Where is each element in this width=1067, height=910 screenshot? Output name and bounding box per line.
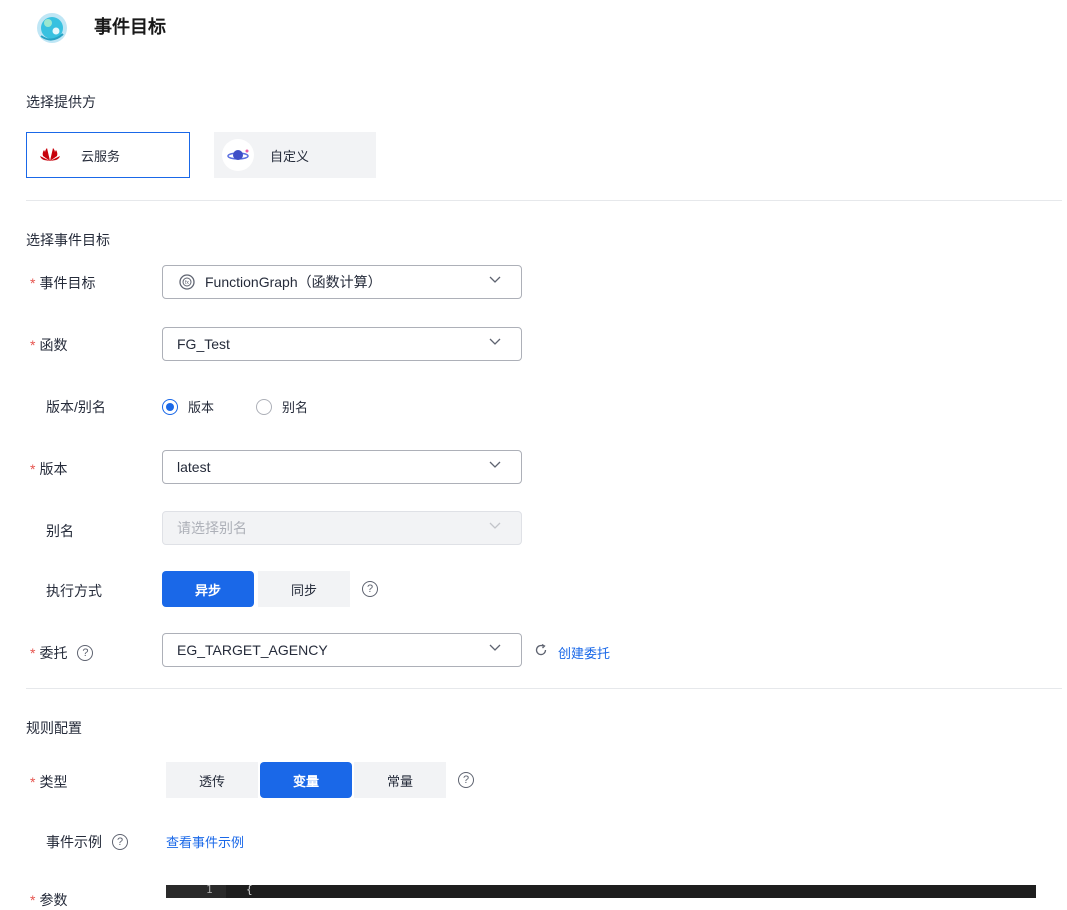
chevron-down-icon (489, 276, 501, 283)
params-label: * 参数 (30, 892, 68, 908)
huawei-logo-icon (40, 148, 60, 161)
event-example-label: 事件示例 ? (46, 832, 128, 852)
type-label: * 类型 (30, 774, 68, 790)
exec-mode-async-button[interactable]: 异步 (162, 571, 254, 607)
create-agency-link[interactable]: 创建委托 (558, 643, 610, 662)
type-passthrough-button[interactable]: 透传 (166, 762, 258, 798)
help-icon[interactable]: ? (362, 581, 378, 597)
event-target-value: FunctionGraph（函数计算） (205, 274, 382, 290)
divider (26, 688, 1062, 689)
chevron-down-icon (489, 338, 501, 345)
page-title: 事件目标 (94, 17, 166, 37)
alias-select: 请选择别名 (162, 511, 522, 545)
planet-icon-wrap (222, 139, 254, 171)
event-target-icon (37, 13, 67, 43)
provider-card-cloud-service[interactable]: 云服务 (26, 132, 190, 178)
chevron-down-icon (489, 522, 501, 529)
chevron-down-icon (489, 644, 501, 651)
code-gutter (166, 885, 226, 898)
version-label: * 版本 (30, 461, 68, 477)
svg-text:fx: fx (185, 280, 189, 286)
alias-label: 别名 (46, 523, 74, 539)
radio-button-unchecked[interactable] (256, 398, 272, 415)
version-alias-label: 版本/别名 (46, 399, 106, 415)
radio-version-label: 版本 (188, 400, 215, 415)
type-constant-button[interactable]: 常量 (354, 762, 446, 798)
rule-section-title: 规则配置 (26, 720, 82, 736)
provider-card-custom[interactable]: 自定义 (214, 132, 376, 178)
provider-card-label: 云服务 (81, 148, 121, 164)
radio-button-checked[interactable] (162, 398, 178, 415)
code-line-number: 1 (206, 883, 213, 896)
provider-card-label: 自定义 (270, 148, 310, 164)
planet-icon (227, 149, 249, 160)
alias-placeholder: 请选择别名 (177, 520, 247, 536)
function-value: FG_Test (177, 336, 230, 352)
help-icon[interactable]: ? (458, 772, 474, 788)
required-asterisk: * (30, 892, 36, 908)
required-asterisk: * (30, 275, 36, 291)
divider (26, 200, 1062, 201)
view-event-example-link[interactable]: 查看事件示例 (166, 832, 244, 851)
type-variable-button[interactable]: 变量 (260, 762, 352, 798)
version-value: latest (177, 459, 211, 475)
event-target-label: * 事件目标 (30, 275, 96, 291)
exec-mode-label: 执行方式 (46, 583, 102, 599)
radio-alias[interactable]: 别名 (256, 397, 308, 416)
code-line-text: { (246, 883, 253, 896)
version-select[interactable]: latest (162, 450, 522, 484)
required-asterisk: * (30, 645, 36, 661)
help-icon[interactable]: ? (77, 645, 94, 661)
event-target-select[interactable]: fx FunctionGraph（函数计算） (162, 265, 522, 299)
radio-version[interactable]: 版本 (162, 397, 214, 416)
params-code-editor[interactable]: 1 { (166, 883, 1036, 898)
required-asterisk: * (30, 774, 36, 790)
agency-value: EG_TARGET_AGENCY (177, 642, 328, 658)
function-graph-icon: fx (179, 274, 195, 290)
agency-label: * 委托 ? (30, 643, 94, 663)
function-select[interactable]: FG_Test (162, 327, 522, 361)
radio-alias-label: 别名 (282, 400, 309, 415)
help-icon[interactable]: ? (112, 834, 128, 850)
required-asterisk: * (30, 337, 36, 353)
refresh-icon[interactable] (534, 643, 548, 657)
exec-mode-sync-button[interactable]: 同步 (258, 571, 350, 607)
chevron-down-icon (489, 461, 501, 468)
function-label: * 函数 (30, 337, 68, 353)
required-asterisk: * (30, 461, 36, 477)
target-section-title: 选择事件目标 (26, 232, 110, 248)
agency-select[interactable]: EG_TARGET_AGENCY (162, 633, 522, 667)
provider-section-title: 选择提供方 (26, 94, 96, 110)
